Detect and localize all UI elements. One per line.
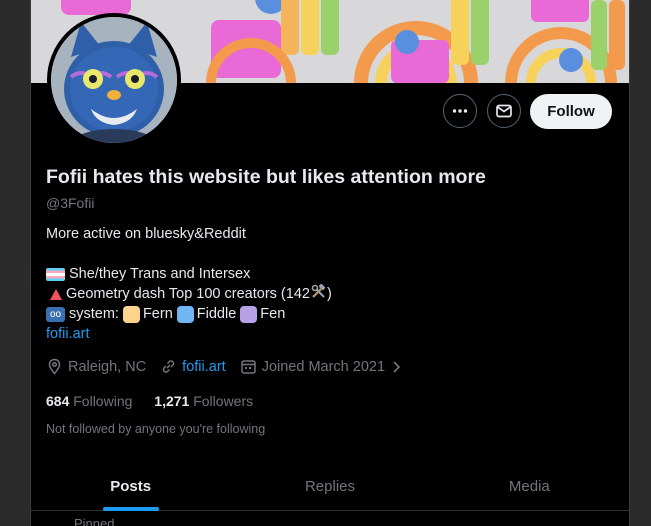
following-label: Following bbox=[73, 393, 133, 409]
location-pin-icon bbox=[48, 358, 61, 375]
tab-label: Replies bbox=[304, 477, 355, 495]
message-button[interactable] bbox=[487, 94, 521, 128]
profile-column: Follow Fofii hates this website but like… bbox=[30, 0, 630, 526]
trans-flag-icon bbox=[46, 267, 65, 281]
location-text: Raleigh, NC bbox=[68, 358, 147, 375]
bio-line: fofii.art bbox=[46, 324, 332, 344]
more-horizontal-icon bbox=[452, 109, 468, 113]
bio-system-name-2: Fiddle bbox=[196, 306, 237, 322]
hammer-wrench-icon bbox=[311, 283, 326, 305]
website-link[interactable]: fofii.art bbox=[182, 359, 226, 375]
red-triangle-icon bbox=[50, 288, 62, 300]
bio-line: More active on bluesky&Reddit bbox=[46, 226, 246, 242]
profile-bio: More active on bluesky&Reddit She/they T… bbox=[46, 224, 332, 344]
user-handle: @3Fofii bbox=[46, 195, 95, 211]
bio-spacer bbox=[46, 244, 332, 264]
active-tab-indicator bbox=[102, 507, 159, 511]
tab-label: Posts bbox=[110, 477, 152, 495]
purple-square-icon bbox=[240, 305, 258, 323]
blue-square-icon bbox=[176, 305, 194, 323]
more-options-button[interactable] bbox=[443, 94, 477, 128]
profile-tabs: Posts Replies Media bbox=[31, 462, 629, 511]
chevron-right-icon bbox=[393, 360, 401, 373]
tab-posts[interactable]: Posts bbox=[31, 462, 230, 511]
joined-text: Joined March 2021 bbox=[261, 358, 386, 375]
following-link[interactable]: 684 Following bbox=[46, 393, 132, 409]
location-item: Raleigh, NC bbox=[46, 358, 146, 375]
yellow-square-icon bbox=[122, 305, 140, 323]
calendar-icon bbox=[240, 360, 256, 374]
avatar-character-image bbox=[51, 17, 177, 143]
website-item: fofii.art bbox=[160, 358, 226, 375]
pinned-label: Pinned bbox=[74, 516, 115, 526]
bio-line: oo system: Fern Fiddle Fen bbox=[46, 304, 332, 324]
bio-geometry-dash-text: Geometry dash Top 100 creators (142 bbox=[66, 286, 310, 302]
display-name: Fofii hates this website but likes atten… bbox=[46, 166, 486, 188]
followed-by-note: Not followed by anyone you're following bbox=[46, 422, 266, 436]
followers-count: 1,271 bbox=[154, 393, 190, 409]
bio-system-label: system: bbox=[69, 306, 119, 322]
bio-system-name-3: Fen bbox=[260, 306, 286, 322]
tab-replies[interactable]: Replies bbox=[230, 462, 429, 510]
followers-label: Followers bbox=[193, 393, 254, 409]
avatar[interactable] bbox=[47, 13, 181, 147]
following-count: 684 bbox=[46, 393, 70, 409]
joined-item[interactable]: Joined March 2021 bbox=[240, 358, 408, 375]
tab-label: Media bbox=[508, 477, 550, 495]
bio-link[interactable]: fofii.art bbox=[46, 324, 90, 344]
envelope-icon bbox=[496, 104, 512, 118]
follow-counts: 684 Following 1,271 Followers bbox=[46, 393, 253, 409]
bio-geometry-dash-suffix: ) bbox=[326, 286, 332, 302]
link-icon bbox=[162, 360, 175, 373]
tab-media[interactable]: Media bbox=[430, 462, 629, 510]
bio-system-name-1: Fern bbox=[142, 306, 173, 322]
bio-line: She/they Trans and Intersex bbox=[46, 264, 332, 284]
followers-link[interactable]: 1,271 Followers bbox=[154, 393, 253, 409]
follow-button[interactable]: Follow bbox=[530, 94, 612, 129]
profile-meta: Raleigh, NC fofii.art Joined March 2021 bbox=[46, 358, 422, 375]
bio-line: Geometry dash Top 100 creators (142 ) bbox=[46, 283, 332, 305]
bio-pronouns-text: She/they Trans and Intersex bbox=[69, 266, 251, 282]
owl-face-icon: oo bbox=[46, 306, 65, 322]
